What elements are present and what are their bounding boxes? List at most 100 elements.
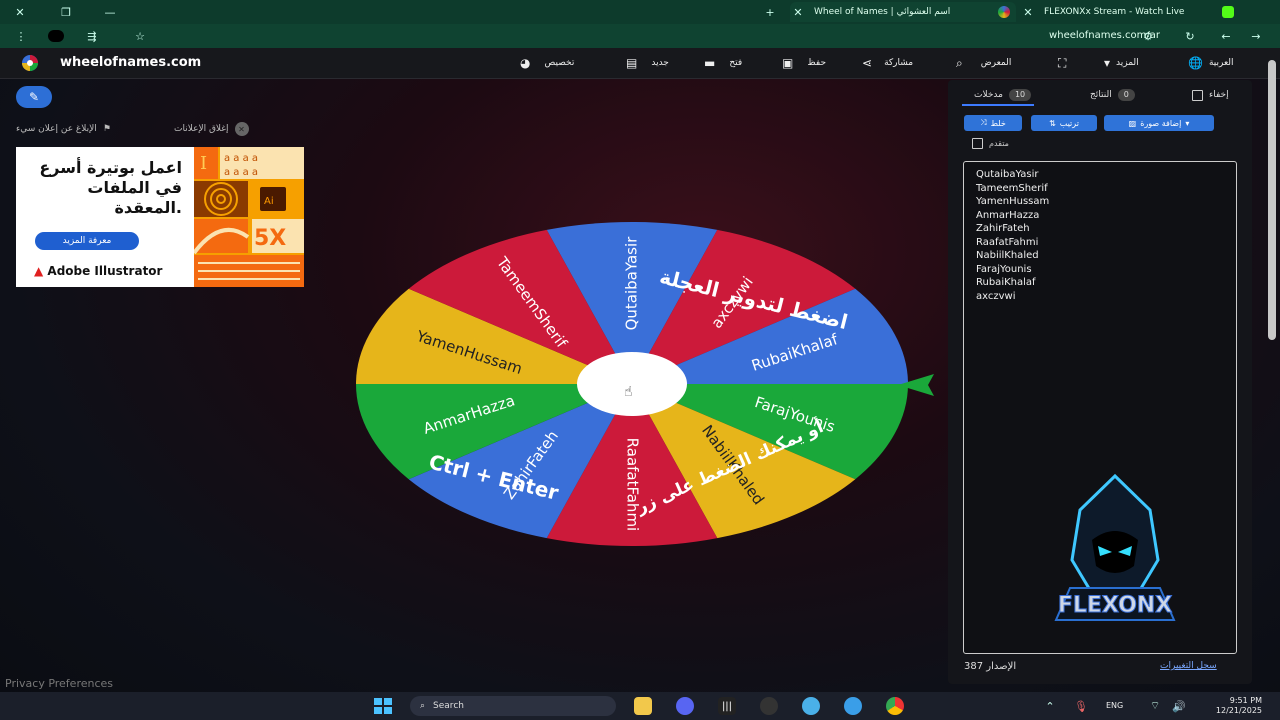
edge-alt-icon[interactable]	[844, 697, 862, 715]
taskbar-clock[interactable]: 9:51 PM 12/21/2025	[1194, 696, 1262, 716]
sort-button[interactable]: ⇅ ترتيب	[1031, 115, 1097, 131]
forward-icon[interactable]: →	[1248, 28, 1264, 44]
flag-icon: ⚑	[102, 124, 111, 134]
reload-icon[interactable]: ↻	[1182, 28, 1198, 44]
privacy-preferences-link[interactable]: Privacy Preferences	[5, 677, 113, 690]
entries-count-badge: 10	[1008, 89, 1032, 101]
close-window-icon[interactable]: ✕	[12, 4, 28, 20]
report-ad-link[interactable]: الإبلاغ عن إعلان سيء ⚑	[16, 122, 111, 136]
file-icon: ▤	[626, 56, 638, 70]
add-image-button[interactable]: ▨ إضافة صورة ▾	[1104, 115, 1214, 131]
ad-headline: اعمل بوتيرة أسرع في الملفات المعقدة.	[39, 158, 182, 217]
taskbar-search[interactable]: ⌕ Search	[410, 696, 616, 716]
pencil-icon: ✎	[28, 90, 40, 104]
menu-share[interactable]: ⋖ مشاركة	[862, 52, 913, 74]
flexonx-text: FLEXONX	[1058, 593, 1172, 618]
list-item: TameemSherif	[976, 182, 1048, 194]
list-item: FarajYounis	[976, 263, 1032, 275]
microphone-icon[interactable]: 🎙	[1074, 698, 1088, 714]
shuffle-button[interactable]: ⤨ خلط	[964, 115, 1022, 131]
results-count-badge: 0	[1117, 89, 1135, 101]
menu-more[interactable]: ▾ المزيد	[1104, 52, 1139, 74]
tab-results[interactable]: النتائج 0	[1090, 86, 1135, 104]
changelog-link[interactable]: سجل التغييرات	[1160, 661, 1217, 671]
fullscreen-icon: ⛶	[1058, 55, 1067, 70]
wifi-icon[interactable]: ⌔	[1148, 698, 1162, 714]
menu-dots-icon[interactable]: ⋮	[14, 28, 28, 44]
globe-icon: 🌐	[1188, 56, 1203, 70]
settings-icon[interactable]	[760, 697, 778, 715]
close-tab-icon[interactable]: ✕	[1020, 6, 1036, 19]
active-tab-indicator	[962, 104, 1034, 106]
ad-learn-more-button[interactable]: معرفة المزيد	[35, 232, 139, 250]
svg-text:a a a a: a a a a	[224, 153, 258, 164]
kick-favicon-icon	[1222, 6, 1234, 18]
restore-window-icon[interactable]: ❐	[58, 4, 74, 20]
back-icon[interactable]: ←	[1218, 28, 1234, 44]
wheel-segment-label: RaafatFahmi	[624, 438, 642, 532]
svg-text:Ai: Ai	[264, 196, 274, 207]
svg-text:a a a a: a a a a	[224, 167, 258, 178]
tab-entries[interactable]: مدخلات 10	[974, 86, 1032, 104]
svg-text:I: I	[200, 153, 207, 174]
windows-start-icon[interactable]	[374, 698, 392, 714]
wheel-favicon-icon	[998, 6, 1010, 18]
list-item: AnmarHazza	[976, 209, 1040, 221]
menu-new[interactable]: ▤ جديد	[626, 52, 669, 74]
language-indicator[interactable]: ENG	[1106, 701, 1123, 710]
new-tab-icon[interactable]: +	[762, 4, 778, 20]
menu-gallery[interactable]: ⌕ المعرض	[956, 52, 1011, 74]
menu-open[interactable]: ▬ فتح	[704, 52, 742, 74]
list-item: axczvwi	[976, 290, 1016, 302]
edit-button[interactable]: ✎	[16, 86, 52, 108]
list-item: QutaibaYasir	[976, 169, 1039, 180]
edge-icon[interactable]	[802, 697, 820, 715]
audio-app-icon[interactable]: |||	[718, 697, 736, 715]
tab-title: FLEXONXx Stream - Watch Live	[1044, 7, 1185, 17]
palette-icon: ◕	[520, 56, 531, 70]
file-explorer-icon[interactable]	[634, 697, 652, 715]
flexonx-logo: FLEXONX	[1054, 473, 1176, 621]
minimize-window-icon[interactable]: —	[102, 4, 118, 20]
extensions-icon[interactable]: ⇶	[84, 28, 100, 44]
wheel-pointer-icon	[898, 374, 934, 396]
profile-icon[interactable]	[48, 30, 64, 42]
close-tab-icon[interactable]: ✕	[790, 6, 806, 19]
page-scrollbar[interactable]	[1268, 60, 1276, 340]
close-circle-icon: ✕	[234, 122, 249, 136]
menu-customize[interactable]: ◕ تخصيص	[520, 52, 574, 74]
search-icon: ⌕	[956, 55, 963, 70]
list-item: NabiilKhaled	[976, 250, 1039, 261]
list-item: RubaiKhalaf	[976, 277, 1036, 288]
discord-icon[interactable]	[676, 697, 694, 715]
dropdown-icon: ▾	[1104, 56, 1111, 70]
advanced-checkbox[interactable]: متقدم	[972, 138, 1009, 149]
sort-icon: ⇅	[1049, 118, 1056, 128]
chrome-icon[interactable]	[886, 697, 904, 715]
svg-text:5X: 5X	[254, 226, 286, 251]
checkbox-icon	[972, 138, 983, 149]
list-item: RaafatFahmi	[976, 236, 1039, 248]
hide-checkbox[interactable]: إخفاء	[1192, 86, 1229, 104]
menu-save[interactable]: ▣ حفظ	[782, 52, 826, 74]
ad-artwork: I a a a a a a a a Ai 5X	[194, 147, 304, 287]
checkbox-icon	[1192, 89, 1203, 101]
menu-language[interactable]: 🌐 العربية	[1188, 52, 1234, 74]
tab-flexonx-stream[interactable]: ✕ FLEXONXx Stream - Watch Live	[1020, 2, 1240, 22]
close-ads-link[interactable]: إغلاق الإعلانات ✕	[174, 122, 249, 136]
menu-fullscreen[interactable]: ⛶	[1058, 52, 1066, 74]
image-icon: ▨	[1128, 118, 1137, 128]
wheelofnames-logo-icon[interactable]	[18, 54, 42, 72]
tab-wheel-of-names[interactable]: ✕ Wheel of Names | اسم العشوائي	[790, 2, 1016, 22]
adobe-logo-icon: ▲	[34, 264, 48, 278]
url-field[interactable]: wheelofnames.com/ar	[140, 28, 1160, 44]
save-icon: ▣	[782, 56, 794, 70]
search-icon: ⌕	[420, 701, 426, 711]
site-title[interactable]: wheelofnames.com	[60, 54, 201, 72]
browser-tab-bar: ✕ ❐ — + ✕ Wheel of Names | اسم العشوائي …	[0, 0, 1280, 24]
hand-cursor-icon: ☝	[624, 384, 633, 400]
share-icon: ⋖	[862, 56, 873, 70]
volume-icon[interactable]: 🔊	[1172, 698, 1186, 714]
tray-chevron-up-icon[interactable]: ⌃	[1042, 698, 1058, 714]
folder-icon: ▬	[704, 56, 716, 70]
